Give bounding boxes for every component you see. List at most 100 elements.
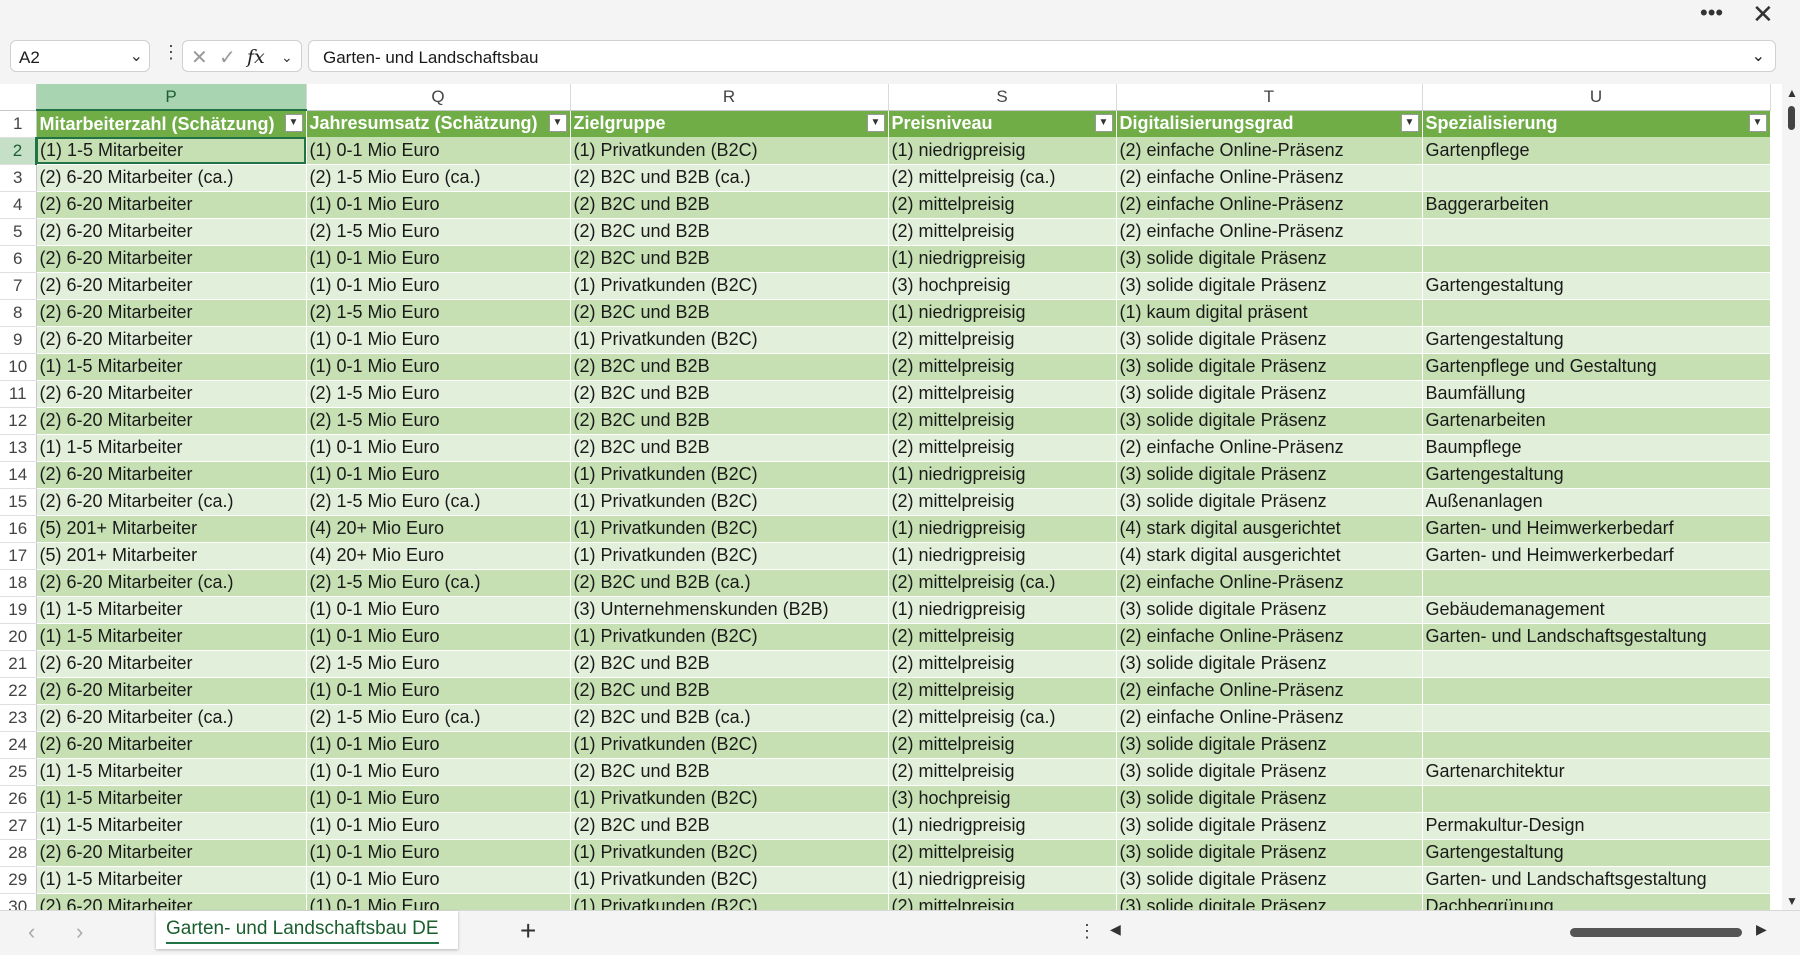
table-cell[interactable]: (1) niedrigpreisig [888,245,1117,273]
table-cell[interactable]: Garten- und Heimwerkerbedarf [1422,542,1771,570]
table-cell[interactable]: (1) kaum digital präsent [1116,299,1423,327]
select-all-corner[interactable] [0,84,37,111]
row-header[interactable]: 20 [0,623,37,651]
table-cell[interactable]: (3) solide digitale Präsenz [1116,839,1423,867]
row-header[interactable]: 2 [0,137,37,165]
row-header[interactable]: 19 [0,596,37,624]
table-cell[interactable]: Garten- und Heimwerkerbedarf [1422,515,1771,543]
row-header[interactable]: 3 [0,164,37,192]
table-cell[interactable] [1422,731,1771,759]
formula-input[interactable]: Garten- und Landschaftsbau ⌄ [308,40,1776,72]
table-cell[interactable]: (1) 0-1 Mio Euro [306,866,571,894]
table-cell[interactable]: (2) 6-20 Mitarbeiter [36,299,307,327]
table-cell[interactable]: (1) Privatkunden (B2C) [570,272,889,300]
more-options-icon[interactable]: ••• [1700,0,1723,26]
table-cell[interactable]: (2) 6-20 Mitarbeiter [36,218,307,246]
table-cell[interactable]: (2) 6-20 Mitarbeiter [36,731,307,759]
table-cell[interactable]: (1) 0-1 Mio Euro [306,839,571,867]
table-cell[interactable]: (2) mittelpreisig (ca.) [888,704,1117,732]
table-cell[interactable]: (2) B2C und B2B [570,191,889,219]
row-header[interactable]: 10 [0,353,37,381]
table-cell[interactable]: (2) B2C und B2B (ca.) [570,704,889,732]
table-cell[interactable]: Dachbegrünung [1422,893,1771,910]
table-cell[interactable]: (2) B2C und B2B [570,812,889,840]
table-cell[interactable]: (1) 1-5 Mitarbeiter [36,785,307,813]
table-cell[interactable]: (2) mittelpreisig [888,218,1117,246]
table-cell[interactable] [1422,218,1771,246]
row-header[interactable]: 8 [0,299,37,327]
table-cell[interactable]: (1) Privatkunden (B2C) [570,542,889,570]
table-cell[interactable]: (2) einfache Online-Präsenz [1116,623,1423,651]
table-cell[interactable]: (2) 6-20 Mitarbeiter [36,893,307,910]
table-cell[interactable]: (1) 0-1 Mio Euro [306,893,571,910]
table-cell[interactable]: (2) 6-20 Mitarbeiter [36,326,307,354]
table-cell[interactable]: Permakultur-Design [1422,812,1771,840]
next-sheet-icon[interactable]: › [76,919,83,945]
scroll-up-icon[interactable]: ▲ [1786,86,1798,100]
table-cell[interactable]: (3) solide digitale Präsenz [1116,380,1423,408]
row-header[interactable]: 18 [0,569,37,597]
table-cell[interactable]: (2) mittelpreisig [888,326,1117,354]
table-cell[interactable]: (1) 0-1 Mio Euro [306,191,571,219]
vertical-scrollbar[interactable]: ▲ ▼ [1782,84,1800,910]
table-cell[interactable]: (1) Privatkunden (B2C) [570,515,889,543]
row-header[interactable]: 7 [0,272,37,300]
table-cell[interactable]: Garten- und Landschaftsgestaltung [1422,866,1771,894]
table-cell[interactable]: (1) niedrigpreisig [888,299,1117,327]
table-cell[interactable]: (1) 1-5 Mitarbeiter [36,812,307,840]
table-cell[interactable]: (2) 6-20 Mitarbeiter (ca.) [36,164,307,192]
table-cell[interactable]: (1) 0-1 Mio Euro [306,326,571,354]
table-cell[interactable]: (2) 6-20 Mitarbeiter (ca.) [36,488,307,516]
sheet-tab-active[interactable]: Garten- und Landschaftsbau DE [156,911,458,949]
table-cell[interactable]: (3) solide digitale Präsenz [1116,893,1423,910]
row-header[interactable]: 23 [0,704,37,732]
column-header-t[interactable]: T [1116,84,1423,111]
table-cell[interactable]: (3) solide digitale Präsenz [1116,866,1423,894]
table-cell[interactable]: (2) B2C und B2B [570,650,889,678]
table-cell[interactable]: (3) solide digitale Präsenz [1116,650,1423,678]
table-header-cell[interactable]: Preisniveau ▼ [888,110,1117,137]
table-cell[interactable] [1422,299,1771,327]
table-cell[interactable]: (3) solide digitale Präsenz [1116,245,1423,273]
table-cell[interactable] [1422,785,1771,813]
table-header-cell[interactable]: Mitarbeiterzahl (Schätzung) ▼ [36,110,307,137]
table-cell[interactable]: (2) 1-5 Mio Euro [306,380,571,408]
filter-dropdown-icon[interactable]: ▼ [1094,113,1113,132]
table-cell[interactable]: (2) mittelpreisig [888,623,1117,651]
table-cell[interactable]: Gartengestaltung [1422,272,1771,300]
row-header[interactable]: 26 [0,785,37,813]
table-cell[interactable]: (2) mittelpreisig (ca.) [888,569,1117,597]
row-header[interactable]: 14 [0,461,37,489]
table-cell[interactable]: (1) Privatkunden (B2C) [570,137,889,165]
table-cell[interactable]: (2) einfache Online-Präsenz [1116,218,1423,246]
table-cell[interactable] [1422,704,1771,732]
table-cell[interactable]: (2) mittelpreisig [888,407,1117,435]
close-icon[interactable]: ✕ [1752,0,1774,28]
row-header[interactable]: 22 [0,677,37,705]
table-cell[interactable]: (1) niedrigpreisig [888,866,1117,894]
table-cell[interactable]: (2) B2C und B2B [570,758,889,786]
table-cell[interactable]: (1) 1-5 Mitarbeiter [36,137,307,165]
table-cell[interactable]: (1) Privatkunden (B2C) [570,866,889,894]
table-cell[interactable]: (1) Privatkunden (B2C) [570,488,889,516]
table-cell[interactable]: (2) B2C und B2B [570,218,889,246]
table-cell[interactable]: (1) 0-1 Mio Euro [306,623,571,651]
table-cell[interactable]: (1) 0-1 Mio Euro [306,731,571,759]
table-cell[interactable]: (3) solide digitale Präsenz [1116,596,1423,624]
table-cell[interactable]: (4) stark digital ausgerichtet [1116,542,1423,570]
table-cell[interactable]: (1) 1-5 Mitarbeiter [36,596,307,624]
horizontal-scroll-thumb[interactable] [1570,928,1742,937]
row-header[interactable]: 16 [0,515,37,543]
cancel-icon[interactable]: ✕ [191,45,208,70]
table-cell[interactable]: (1) Privatkunden (B2C) [570,326,889,354]
previous-sheet-icon[interactable]: ‹ [28,919,35,945]
vertical-dots-icon[interactable]: ⋮ [1078,921,1096,942]
table-cell[interactable]: (2) mittelpreisig [888,650,1117,678]
table-cell[interactable]: (2) B2C und B2B (ca.) [570,164,889,192]
table-cell[interactable]: (5) 201+ Mitarbeiter [36,542,307,570]
table-cell[interactable]: (2) einfache Online-Präsenz [1116,677,1423,705]
table-cell[interactable]: (1) Privatkunden (B2C) [570,893,889,910]
table-cell[interactable]: (2) 6-20 Mitarbeiter [36,839,307,867]
filter-dropdown-icon[interactable]: ▼ [1748,113,1767,132]
table-cell[interactable]: (2) B2C und B2B (ca.) [570,569,889,597]
